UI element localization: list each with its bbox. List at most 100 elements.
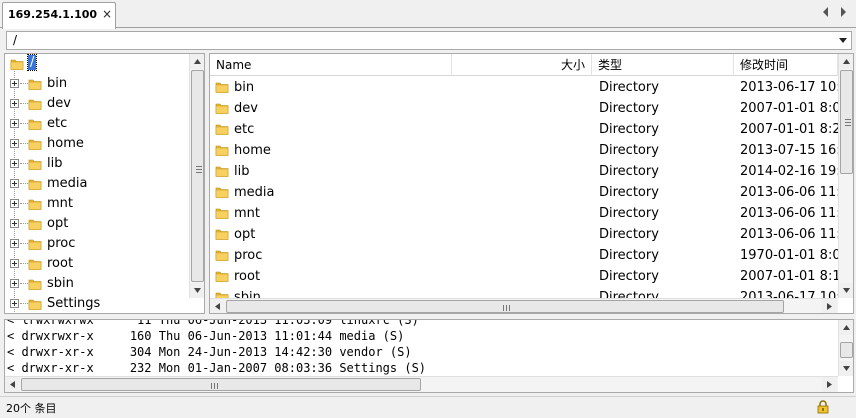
expand-icon[interactable] xyxy=(10,259,19,268)
file-type: Directory xyxy=(599,164,659,179)
file-row[interactable]: mnt Directory 2013-06-06 11:0 xyxy=(210,203,838,224)
file-row[interactable]: dev Directory 2007-01-01 8:03 xyxy=(210,98,838,119)
file-row[interactable]: proc Directory 1970-01-01 8:00 xyxy=(210,245,838,266)
tree-item-label: lib xyxy=(47,156,63,171)
file-list-vertical-scrollbar[interactable] xyxy=(838,54,854,298)
log-scroll-thumb[interactable] xyxy=(840,342,853,358)
column-header-type[interactable]: 类型 xyxy=(592,54,734,76)
file-modified: 2013-06-06 11:0 xyxy=(740,206,838,221)
tree-item-proc[interactable]: proc xyxy=(5,234,190,254)
tree-item-home[interactable]: home xyxy=(5,134,190,154)
scroll-right-icon[interactable] xyxy=(822,377,837,392)
scroll-down-icon[interactable] xyxy=(839,361,854,376)
file-type: Directory xyxy=(599,185,659,200)
expand-icon[interactable] xyxy=(10,299,19,308)
expand-icon[interactable] xyxy=(10,199,19,208)
folder-icon xyxy=(10,57,24,71)
tree-connector xyxy=(20,203,28,204)
file-modified: 2007-01-01 8:11 xyxy=(740,269,838,284)
file-row[interactable]: root Directory 2007-01-01 8:11 xyxy=(210,266,838,287)
expand-icon[interactable] xyxy=(10,179,19,188)
file-list-horizontal-scrollbar[interactable] xyxy=(210,298,838,314)
scroll-down-icon[interactable] xyxy=(190,283,205,298)
close-tab-icon[interactable]: × xyxy=(102,7,112,21)
folder-icon xyxy=(28,237,42,251)
tree-item-dev[interactable]: dev xyxy=(5,94,190,114)
tree-connector xyxy=(20,243,28,244)
expand-icon[interactable] xyxy=(10,79,19,88)
folder-icon xyxy=(28,297,42,311)
expand-icon[interactable] xyxy=(10,279,19,288)
log-vertical-scrollbar[interactable] xyxy=(838,320,854,376)
folder-icon xyxy=(215,227,229,241)
expand-icon[interactable] xyxy=(10,159,19,168)
expand-icon[interactable] xyxy=(10,119,19,128)
folder-icon xyxy=(215,80,229,94)
session-tab[interactable]: 169.254.1.100 × xyxy=(2,2,116,29)
folder-icon xyxy=(215,164,229,178)
file-row[interactable]: media Directory 2013-06-06 11:0 xyxy=(210,182,838,203)
path-combobox[interactable]: / xyxy=(6,31,852,50)
file-type: Directory xyxy=(599,80,659,95)
column-header-size[interactable]: 大小 xyxy=(452,54,592,76)
scroll-down-icon[interactable] xyxy=(839,283,854,298)
tree-item-root[interactable]: root xyxy=(5,254,190,274)
tree-connector xyxy=(20,123,28,124)
scroll-up-icon[interactable] xyxy=(839,320,854,335)
file-row[interactable]: home Directory 2013-07-15 16:5 xyxy=(210,140,838,161)
tab-bar: 169.254.1.100 × xyxy=(0,0,856,29)
file-row[interactable]: bin Directory 2013-06-17 10:5 xyxy=(210,77,838,98)
column-header-name[interactable]: Name xyxy=(210,54,452,76)
expand-icon[interactable] xyxy=(10,139,19,148)
folder-icon xyxy=(28,137,42,151)
tree-item-label: root xyxy=(47,256,74,271)
expand-icon[interactable] xyxy=(10,239,19,248)
tree-connector xyxy=(20,183,28,184)
scroll-up-icon[interactable] xyxy=(839,54,854,69)
tree-item-media[interactable]: media xyxy=(5,174,190,194)
folder-icon xyxy=(28,157,42,171)
column-header-modified[interactable]: 修改时间 xyxy=(734,54,838,76)
file-list-scroll-thumb[interactable] xyxy=(840,70,853,174)
folder-icon xyxy=(215,143,229,157)
file-modified: 2013-06-06 11:0 xyxy=(740,227,838,242)
scroll-left-icon[interactable] xyxy=(5,377,20,392)
scroll-right-icon[interactable] xyxy=(822,299,837,314)
scroll-tabs-left-icon[interactable] xyxy=(822,6,830,18)
log-line: < drwxr-xr-x 232 Mon 01-Jan-2007 08:03:3… xyxy=(7,361,427,375)
scroll-left-icon[interactable] xyxy=(210,299,225,314)
path-input[interactable]: / xyxy=(13,33,17,47)
tree-item-bin[interactable]: bin xyxy=(5,74,190,94)
file-type: Directory xyxy=(599,248,659,263)
file-list-hscroll-thumb[interactable] xyxy=(226,300,784,313)
file-row[interactable]: lib Directory 2014-02-16 19:0 xyxy=(210,161,838,182)
tree-item-opt[interactable]: opt xyxy=(5,214,190,234)
tree-item-label: sbin xyxy=(47,276,74,291)
tree-item-settings[interactable]: Settings xyxy=(5,294,190,313)
session-tab-label: 169.254.1.100 xyxy=(8,8,98,21)
tree-scroll-thumb[interactable] xyxy=(191,70,204,282)
tree-item-sbin[interactable]: sbin xyxy=(5,274,190,294)
file-type: Directory xyxy=(599,227,659,242)
scroll-up-icon[interactable] xyxy=(190,54,205,69)
folder-icon xyxy=(215,101,229,115)
log-hscroll-thumb[interactable] xyxy=(21,378,421,391)
item-count: 20个 条目 xyxy=(6,402,57,415)
tree-item-label: home xyxy=(47,136,84,151)
expand-icon[interactable] xyxy=(10,219,19,228)
file-type: Directory xyxy=(599,101,659,116)
scroll-tabs-right-icon[interactable] xyxy=(839,6,847,18)
chevron-down-icon[interactable] xyxy=(839,38,847,44)
file-type: Directory xyxy=(599,143,659,158)
file-row[interactable]: opt Directory 2013-06-06 11:0 xyxy=(210,224,838,245)
tree-item-lib[interactable]: lib xyxy=(5,154,190,174)
expand-icon[interactable] xyxy=(10,99,19,108)
status-bar: 20个 条目 xyxy=(0,396,856,418)
tree-item-root[interactable]: / xyxy=(5,54,190,74)
file-row[interactable]: etc Directory 2007-01-01 8:21 xyxy=(210,119,838,140)
tree-vertical-scrollbar[interactable] xyxy=(189,54,205,298)
folder-tree: / bin dev etc home lib media mnt opt proc root sbi… xyxy=(4,53,205,314)
tree-item-etc[interactable]: etc xyxy=(5,114,190,134)
tree-item-mnt[interactable]: mnt xyxy=(5,194,190,214)
log-horizontal-scrollbar[interactable] xyxy=(5,376,838,392)
